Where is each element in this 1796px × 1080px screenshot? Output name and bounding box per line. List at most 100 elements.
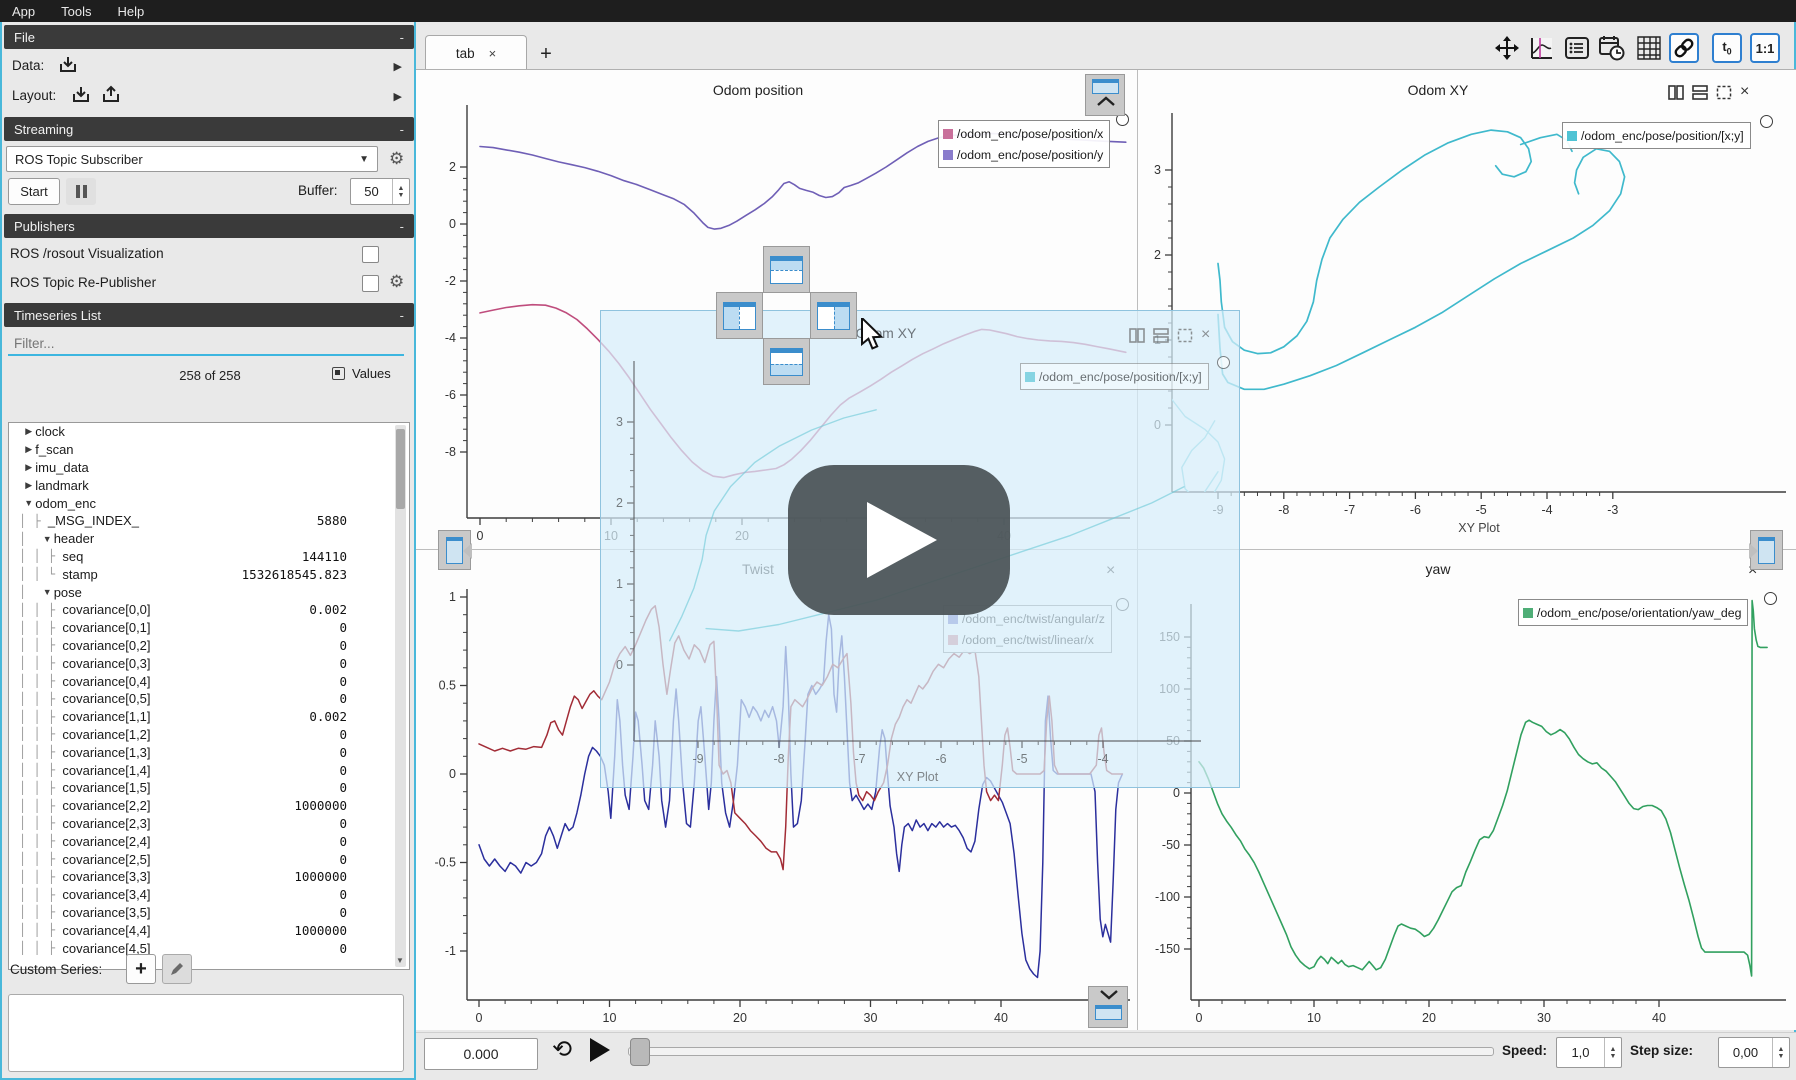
legend-entry[interactable]: /odom_enc/pose/position/y (943, 144, 1103, 165)
tree-row[interactable]: │ │ ├ covariance[0,2]0 (9, 637, 409, 655)
tracker-icon[interactable] (1527, 33, 1557, 63)
values-checkbox[interactable] (332, 367, 345, 380)
buffer-spinner[interactable]: 50 ▲▼ (350, 178, 410, 205)
streaming-plugin-select[interactable]: ROS Topic Subscriber▼ (6, 146, 378, 172)
dock-top-indicator[interactable] (763, 246, 810, 293)
save-layout-icon[interactable] (100, 84, 122, 106)
timeline-slider-track[interactable] (628, 1047, 1494, 1056)
add-custom-series-button[interactable]: + (126, 954, 156, 984)
republisher-gear-icon[interactable]: ⚙ (389, 272, 404, 292)
move-icon[interactable] (1492, 33, 1522, 63)
step-size-spinner[interactable]: 0,00▲▼ (1718, 1037, 1790, 1068)
publishers-section-header[interactable]: Publishers- (4, 214, 414, 238)
dock-right-indicator[interactable] (810, 292, 857, 339)
data-submenu-arrow[interactable]: ▶ (394, 60, 402, 73)
menu-help[interactable]: Help (118, 4, 145, 19)
tab-close-icon[interactable]: × (489, 46, 497, 61)
load-data-icon[interactable] (57, 54, 79, 76)
plot-legend[interactable]: /odom_enc/pose/position/[x;y] (1562, 122, 1751, 149)
tree-row[interactable]: │ ├ _MSG_INDEX_5880 (9, 512, 409, 530)
tree-row[interactable]: │ │ ├ covariance[1,4]0 (9, 761, 409, 779)
menu-tools[interactable]: Tools (61, 4, 91, 19)
split-horizontal-icon[interactable] (1668, 85, 1684, 100)
ratio-icon[interactable]: 1:1 (1750, 33, 1780, 63)
filter-input[interactable] (8, 332, 404, 356)
tree-row[interactable]: │ │ ├ covariance[2,4]0 (9, 832, 409, 850)
start-button[interactable]: Start (8, 178, 60, 205)
tree-row[interactable]: │ │ ├ covariance[2,2]1000000 (9, 797, 409, 815)
tree-row[interactable]: │ ▼header (9, 530, 409, 548)
grid-icon[interactable] (1634, 33, 1664, 63)
publisher-rosout-checkbox[interactable] (362, 246, 379, 263)
tree-row[interactable]: │ │ ├ covariance[0,4]0 (9, 672, 409, 690)
play-icon[interactable] (590, 1038, 610, 1062)
timeline-slider-handle[interactable] (630, 1038, 650, 1066)
collapse-icon[interactable]: - (400, 219, 404, 234)
dock-bottom-indicator[interactable] (763, 338, 810, 385)
collapse-icon[interactable]: - (400, 30, 404, 45)
date-clock-icon[interactable] (1597, 33, 1627, 63)
custom-series-list[interactable] (8, 994, 404, 1072)
tree-row[interactable]: │ │ ├ covariance[1,2]0 (9, 726, 409, 744)
tree-row[interactable]: │ │ ├ covariance[1,1]0.002 (9, 708, 409, 726)
loop-icon[interactable]: ⟲ (552, 1035, 572, 1064)
file-section-header[interactable]: File- (4, 25, 414, 49)
tree-row[interactable]: │ │ ├ seq144110 (9, 548, 409, 566)
tree-row[interactable]: │ │ ├ covariance[2,3]0 (9, 815, 409, 833)
dock-edge-bottom-indicator[interactable] (1088, 986, 1128, 1028)
legend-entry[interactable]: /odom_enc/pose/position/x (943, 123, 1103, 144)
timeseries-section-header[interactable]: Timeseries List- (4, 303, 414, 327)
time-field[interactable]: 0.000 (424, 1038, 538, 1070)
close-icon[interactable]: × (1740, 84, 1749, 100)
tree-row[interactable]: │ │ ├ covariance[3,4]0 (9, 886, 409, 904)
collapse-icon[interactable]: - (400, 122, 404, 137)
streaming-gear-icon[interactable]: ⚙ (389, 149, 404, 169)
tree-scrollbar[interactable]: ▼ (395, 425, 406, 967)
pause-button[interactable] (66, 178, 96, 205)
close-icon[interactable]: × (1201, 327, 1210, 343)
split-vertical-icon[interactable] (1692, 85, 1708, 100)
add-tab-button[interactable]: + (532, 40, 560, 68)
legend-circle-icon[interactable] (1760, 115, 1773, 128)
tree-row[interactable]: │ │ ├ covariance[1,5]0 (9, 779, 409, 797)
collapse-icon[interactable]: - (400, 308, 404, 323)
tree-row[interactable]: │ │ ├ covariance[0,1]0 (9, 619, 409, 637)
tree-row[interactable]: │ │ ├ covariance[1,3]0 (9, 743, 409, 761)
video-play-button[interactable] (788, 465, 1010, 615)
tree-row[interactable]: ▶landmark (9, 476, 409, 494)
t0-icon[interactable]: t0 (1712, 33, 1742, 63)
tree-row[interactable]: │ ▼pose (9, 583, 409, 601)
tree-row[interactable]: │ │ ├ covariance[4,4]1000000 (9, 921, 409, 939)
tree-row[interactable]: │ │ └ stamp1532618545.823 (9, 565, 409, 583)
streaming-section-header[interactable]: Streaming- (4, 117, 414, 141)
legend-entry[interactable]: /odom_enc/pose/position/[x;y] (1567, 125, 1744, 146)
menu-app[interactable]: App (12, 4, 35, 19)
tab-item[interactable]: tab× (425, 35, 527, 71)
load-layout-icon[interactable] (70, 84, 92, 106)
fullscreen-icon[interactable] (1716, 85, 1732, 100)
plot-legend[interactable]: /odom_enc/pose/position/x/odom_enc/pose/… (938, 120, 1110, 168)
tree-row[interactable]: ▼odom_enc (9, 494, 409, 512)
tree-row[interactable]: │ │ ├ covariance[0,3]0 (9, 654, 409, 672)
legend-entry[interactable]: /odom_enc/pose/position/[x;y] (1025, 366, 1202, 387)
tree-row[interactable]: │ │ ├ covariance[0,5]0 (9, 690, 409, 708)
speed-spinner[interactable]: 1,0▲▼ (1556, 1037, 1622, 1068)
tree-row[interactable]: │ │ ├ covariance[3,3]1000000 (9, 868, 409, 886)
scroll-down-icon[interactable]: ▼ (396, 956, 404, 965)
tree-scrollbar-thumb[interactable] (396, 429, 405, 509)
link-icon[interactable] (1669, 33, 1699, 63)
dock-edge-left-indicator[interactable] (438, 530, 471, 570)
tree-row[interactable]: │ │ ├ covariance[3,5]0 (9, 904, 409, 922)
publisher-republisher-checkbox[interactable] (362, 275, 379, 292)
tree-row[interactable]: │ │ ├ covariance[0,0]0.002 (9, 601, 409, 619)
plot-legend[interactable]: /odom_enc/pose/orientation/yaw_deg (1518, 599, 1748, 626)
tree-row[interactable]: │ │ ├ covariance[4,5]0 (9, 939, 409, 957)
list-icon[interactable] (1562, 33, 1592, 63)
dock-edge-top-indicator[interactable] (1085, 74, 1125, 116)
layout-submenu-arrow[interactable]: ▶ (394, 90, 402, 103)
dock-left-indicator[interactable] (716, 292, 763, 339)
tree-row[interactable]: ▶clock (9, 423, 409, 441)
tree-row[interactable]: ▶f_scan (9, 441, 409, 459)
legend-entry[interactable]: /odom_enc/pose/orientation/yaw_deg (1523, 602, 1741, 623)
tree-row[interactable]: │ │ ├ covariance[2,5]0 (9, 850, 409, 868)
